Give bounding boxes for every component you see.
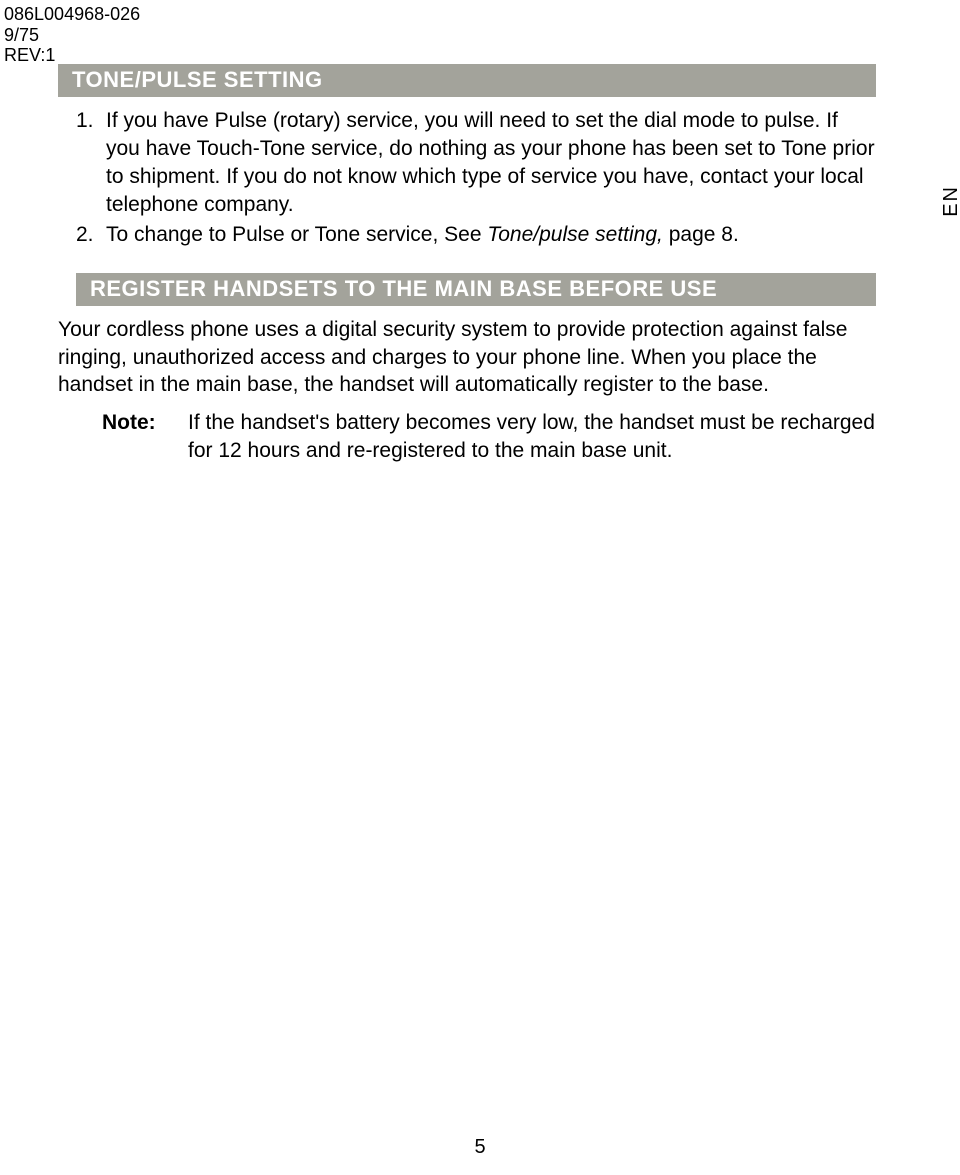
ordered-list: 1. If you have Pulse (rotary) service, y…	[76, 107, 876, 249]
page: 086L004968-026 9/75 REV:1 EN TONE/PULSE …	[0, 0, 960, 1175]
list-text-italic: Tone/pulse setting,	[487, 223, 663, 246]
note-label: Note:	[102, 409, 188, 465]
doc-meta: 086L004968-026 9/75 REV:1	[4, 4, 140, 66]
list-text-pre: To change to Pulse or Tone service, See	[106, 223, 487, 246]
note: Note: If the handset's battery becomes v…	[102, 409, 876, 465]
list-text: If you have Pulse (rotary) service, you …	[106, 107, 876, 219]
content: TONE/PULSE SETTING 1. If you have Pulse …	[58, 64, 876, 465]
list-item: 1. If you have Pulse (rotary) service, y…	[76, 107, 876, 219]
section-register: REGISTER HANDSETS TO THE MAIN BASE BEFOR…	[58, 273, 876, 466]
list-number: 1.	[76, 107, 106, 219]
list-text: To change to Pulse or Tone service, See …	[106, 221, 876, 249]
note-text: If the handset's battery becomes very lo…	[188, 409, 876, 465]
list-number: 2.	[76, 221, 106, 249]
heading-register-handsets: REGISTER HANDSETS TO THE MAIN BASE BEFOR…	[76, 273, 876, 306]
body-paragraph: Your cordless phone uses a digital secur…	[58, 316, 876, 400]
language-tab: EN	[940, 185, 960, 217]
list-item: 2. To change to Pulse or Tone service, S…	[76, 221, 876, 249]
list-text-post: page 8.	[663, 223, 739, 246]
page-number: 5	[0, 1136, 960, 1159]
doc-id: 086L004968-026	[4, 4, 140, 25]
doc-page-of: 9/75	[4, 25, 140, 46]
doc-rev: REV:1	[4, 45, 140, 66]
heading-tone-pulse: TONE/PULSE SETTING	[58, 64, 876, 97]
